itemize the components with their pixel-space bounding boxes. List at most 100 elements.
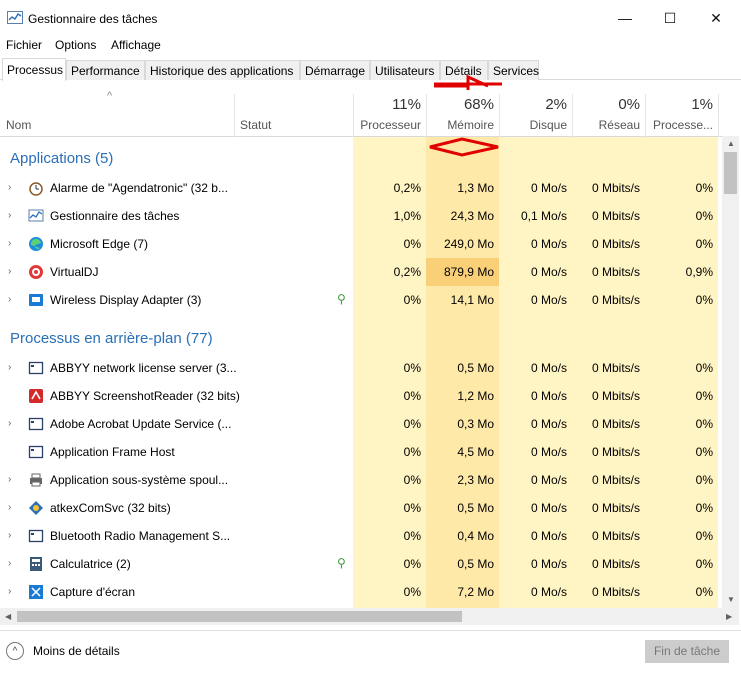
process-row[interactable]: › VirtualDJ 0,2% 879,9 Mo 0 Mo/s 0 Mbits/s 0,9…	[0, 258, 722, 286]
menu-fichier[interactable]: Fichier	[6, 38, 42, 52]
process-name: Application Frame Host	[50, 445, 175, 459]
disk-total: 2%	[545, 96, 567, 113]
memory-value: 4,5 Mo	[457, 445, 494, 459]
process-row[interactable]: › Bluetooth Radio Management S... 0% 0,4 Mo…	[0, 522, 722, 550]
chevron-right-icon[interactable]: ›	[8, 586, 11, 597]
cpu-value: 0%	[403, 557, 421, 571]
process-row[interactable]: › atkexComSvc (32 bits) 0% 0,5 Mo 0 Mo/s 0 Mb…	[0, 494, 722, 522]
vertical-scroll-thumb[interactable]	[724, 152, 737, 194]
menu-affichage[interactable]: Affichage	[111, 38, 161, 52]
disk-value: 0 Mo/s	[530, 445, 567, 459]
task-manager-icon	[7, 11, 23, 24]
process-name: Calculatrice (2)	[50, 557, 131, 571]
process-row[interactable]: › Alarme de "Agendatronic" (32 b... 0,2% 1,…	[0, 174, 722, 202]
cpu-value: 0%	[403, 585, 421, 599]
gpu-value: 0%	[695, 557, 713, 571]
process-row[interactable]: › Wireless Display Adapter (3) ⚲ 0% 14,1 Mo 0…	[0, 286, 722, 314]
display-adapter-icon	[29, 294, 43, 306]
process-row[interactable]: › Calculatrice (2) ⚲ 0% 0,5 Mo 0 Mo/s 0 Mbits/…	[0, 550, 722, 578]
chevron-right-icon[interactable]: ›	[8, 182, 11, 193]
process-name: Alarme de "Agendatronic" (32 b...	[50, 181, 228, 195]
network-value: 0 Mbits/s	[591, 445, 640, 459]
memory-value: 1,3 Mo	[457, 181, 494, 195]
section-header[interactable]: Applications (5)	[0, 144, 722, 172]
chevron-right-icon[interactable]: ›	[8, 362, 11, 373]
chevron-right-icon[interactable]: ›	[8, 266, 11, 277]
process-name: Capture d'écran	[50, 585, 136, 599]
column-gpu[interactable]: Processe...	[645, 118, 713, 132]
process-name: Bluetooth Radio Management S...	[50, 529, 231, 543]
gpu-value: 0%	[695, 209, 713, 223]
memory-value: 2,3 Mo	[457, 473, 494, 487]
gpu-value: 0%	[695, 361, 713, 375]
scroll-down-icon[interactable]: ▼	[727, 595, 735, 604]
column-status[interactable]: Statut	[240, 118, 271, 132]
disk-value: 0 Mo/s	[530, 501, 567, 515]
chevron-right-icon[interactable]: ›	[8, 474, 11, 485]
process-row[interactable]: › Capture d'écran 0% 7,2 Mo 0 Mo/s 0 Mbits/s 0…	[0, 578, 722, 606]
process-row[interactable]: › Application sous-système spoul... 0% 2,3 …	[0, 466, 722, 494]
screen-capture-icon	[29, 585, 43, 599]
process-row[interactable]: › Adobe Acrobat Update Service (... 0% 0,3 …	[0, 410, 722, 438]
section-title: Processus en arrière-plan (77)	[10, 330, 213, 347]
chevron-right-icon[interactable]: ›	[8, 294, 11, 305]
process-row[interactable]: ABBYY ScreenshotReader (32 bits) 0% 1,2 Mo…	[0, 382, 722, 410]
column-cpu[interactable]: Processeur	[353, 118, 421, 132]
title-bar: Gestionnaire des tâches — ☐ ✕	[0, 0, 741, 36]
horizontal-scroll-thumb[interactable]	[17, 611, 462, 622]
memory-value: 0,5 Mo	[457, 557, 494, 571]
vertical-scrollbar[interactable]: ▲ ▼	[722, 136, 739, 608]
process-row[interactable]: › Microsoft Edge (7) 0% 249,0 Mo 0 Mo/s 0 Mbi…	[0, 230, 722, 258]
alarm-clock-icon	[29, 182, 43, 196]
less-details-link[interactable]: Moins de détails	[33, 644, 120, 658]
cpu-value: 0,2%	[393, 265, 421, 279]
chevron-right-icon[interactable]: ›	[8, 502, 11, 513]
cpu-value: 0%	[403, 389, 421, 403]
process-name: Microsoft Edge (7)	[50, 237, 149, 251]
section-header[interactable]: Processus en arrière-plan (77)	[0, 324, 722, 352]
close-button[interactable]: ✕	[706, 8, 726, 28]
chevron-right-icon[interactable]: ›	[8, 210, 11, 221]
gpu-value: 0%	[695, 473, 713, 487]
disk-value: 0 Mo/s	[530, 237, 567, 251]
column-header: ^ Nom Statut 11% Processeur 68% Mémoire …	[0, 80, 722, 137]
memory-value: 14,1 Mo	[450, 293, 494, 307]
process-name: atkexComSvc (32 bits)	[50, 501, 171, 515]
chevron-right-icon[interactable]: ›	[8, 530, 11, 541]
tab-performance[interactable]: Performance	[66, 60, 145, 80]
gpu-value: 0%	[695, 237, 713, 251]
network-value: 0 Mbits/s	[591, 265, 640, 279]
chevron-right-icon[interactable]: ›	[8, 238, 11, 249]
network-value: 0 Mbits/s	[591, 529, 640, 543]
chevron-right-icon[interactable]: ›	[8, 558, 11, 569]
memory-value: 879,9 Mo	[443, 265, 494, 279]
chevron-right-icon[interactable]: ›	[8, 418, 11, 429]
collapse-details-icon[interactable]: ^	[6, 642, 24, 660]
section-title: Applications (5)	[10, 150, 114, 167]
menu-options[interactable]: Options	[55, 38, 96, 52]
network-value: 0 Mbits/s	[591, 473, 640, 487]
process-row[interactable]: › Gestionnaire des tâches 1,0% 24,3 Mo 0,1 M…	[0, 202, 722, 230]
process-row[interactable]: Application Frame Host 0% 4,5 Mo 0 Mo/s 0 Mb…	[0, 438, 722, 466]
printer-icon	[30, 473, 42, 487]
end-task-button[interactable]: Fin de tâche	[645, 640, 729, 663]
scroll-up-icon[interactable]: ▲	[727, 139, 735, 148]
tab-demarrage[interactable]: Démarrage	[300, 60, 370, 80]
column-name[interactable]: Nom	[6, 118, 31, 132]
tab-historique[interactable]: Historique des applications	[145, 60, 300, 80]
tab-processus[interactable]: Processus	[2, 58, 66, 81]
column-memory[interactable]: Mémoire	[426, 118, 494, 132]
maximize-button[interactable]: ☐	[660, 8, 680, 28]
process-name: Gestionnaire des tâches	[50, 209, 180, 223]
gpu-value: 0%	[695, 389, 713, 403]
horizontal-scrollbar[interactable]: ◀ ▶	[0, 608, 739, 625]
memory-value: 7,2 Mo	[457, 585, 494, 599]
process-row[interactable]: › ABBYY network license server (3... 0% 0,5…	[0, 354, 722, 382]
cpu-value: 0%	[403, 237, 421, 251]
scroll-left-icon[interactable]: ◀	[5, 612, 11, 621]
column-network[interactable]: Réseau	[572, 118, 640, 132]
gpu-value: 0%	[695, 445, 713, 459]
minimize-button[interactable]: —	[615, 8, 635, 28]
column-disk[interactable]: Disque	[499, 118, 567, 132]
scroll-right-icon[interactable]: ▶	[726, 612, 732, 621]
